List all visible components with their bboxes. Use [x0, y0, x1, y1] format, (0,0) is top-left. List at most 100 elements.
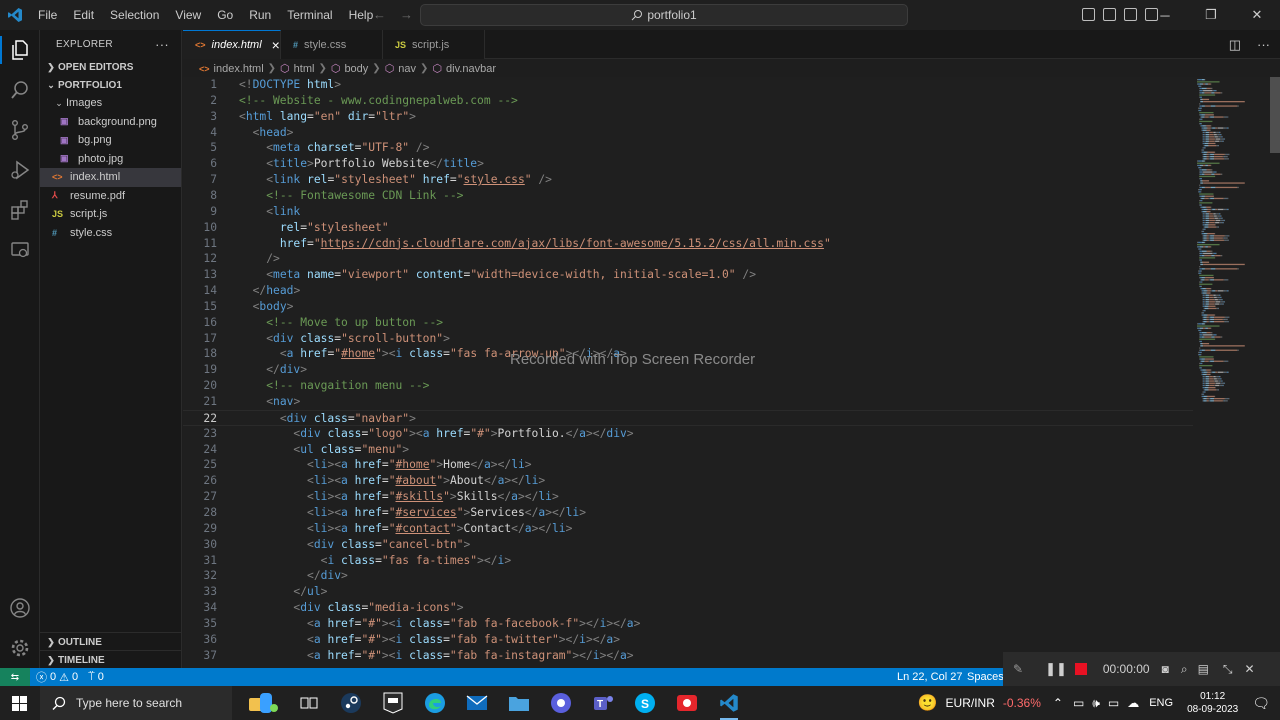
menu-go[interactable]: Go [209, 8, 241, 22]
tab-script-js[interactable]: JS script.js [383, 30, 485, 59]
tree-file-index[interactable]: <> index.html [40, 168, 181, 187]
tree-folder-images[interactable]: ⌄ Images [40, 94, 181, 113]
code-line[interactable]: 11 href="https://cdnjs.cloudflare.com/aj… [183, 236, 1193, 252]
breadcrumb-item[interactable]: index.html [214, 63, 264, 75]
tab-style-css[interactable]: # style.css [281, 30, 383, 59]
ticker-name[interactable]: EUR/INR [946, 696, 995, 710]
code-line[interactable]: 23 <div class="logo"><a href="#">Portfol… [183, 426, 1193, 442]
explorer-icon[interactable] [0, 30, 40, 70]
code-line[interactable]: 29 <li><a href="#contact">Contact</a></l… [183, 521, 1193, 537]
code-line[interactable]: 12 /> [183, 251, 1193, 267]
code-line[interactable]: 7 <link rel="stylesheet" href="style.css… [183, 172, 1193, 188]
run-debug-icon[interactable] [0, 150, 40, 190]
code-line[interactable]: 24 <ul class="menu"> [183, 442, 1193, 458]
maximize-button[interactable]: ❐ [1188, 0, 1234, 30]
code-line[interactable]: 33 </ul> [183, 584, 1193, 600]
source-control-icon[interactable] [0, 110, 40, 150]
code-line[interactable]: 31 <i class="fas fa-times"></i> [183, 553, 1193, 569]
clock[interactable]: 01:12 08-09-2023 [1187, 690, 1238, 716]
stop-icon[interactable] [1074, 663, 1087, 675]
code-line[interactable]: 17 <div class="scroll-button"> [183, 331, 1193, 347]
accounts-icon[interactable] [0, 588, 40, 628]
tree-file-resume[interactable]: ⅄ resume.pdf [40, 187, 181, 206]
command-center[interactable]: portfolio1 [420, 4, 908, 26]
steam-icon[interactable] [330, 686, 372, 720]
outline-section[interactable]: ❯ OUTLINE [40, 633, 182, 651]
ticker-change[interactable]: -0.36% [1003, 696, 1041, 710]
battery-icon[interactable]: ▭ [1108, 696, 1119, 710]
code-line[interactable]: 25 <li><a href="#home">Home</a></li> [183, 457, 1193, 473]
code-line[interactable]: 9 <link [183, 204, 1193, 220]
code-line[interactable]: 26 <li><a href="#about">About</a></li> [183, 473, 1193, 489]
obs-icon[interactable] [540, 686, 582, 720]
file-explorer-icon[interactable] [498, 686, 540, 720]
breadcrumb-item[interactable]: div.navbar [446, 63, 496, 75]
pen-icon[interactable]: ✎ [1013, 662, 1023, 676]
toggle-primary-sidebar-icon[interactable] [1082, 8, 1095, 21]
pause-icon[interactable]: ❚❚ [1045, 661, 1067, 677]
code-line[interactable]: 21 <nav> [183, 394, 1193, 410]
close-tab-icon[interactable]: × [272, 37, 280, 53]
tab-index-html[interactable]: <> index.html × [183, 30, 281, 59]
code-line[interactable]: 15 <body> [183, 299, 1193, 315]
code-line[interactable]: 5 <meta charset="UTF-8" /> [183, 140, 1193, 156]
code-editor[interactable]: 1 <!DOCTYPE html> 2 <!-- Website - www.codi… [183, 77, 1193, 668]
tree-file-bg[interactable]: ▣ bg.png [40, 131, 181, 150]
timeline-section[interactable]: ❯ TIMELINE [40, 651, 182, 669]
remote-explorer-icon[interactable] [0, 230, 40, 270]
code-line[interactable]: 8 <!-- Fontawesome CDN Link --> [183, 188, 1193, 204]
language-indicator[interactable]: ENG [1149, 697, 1173, 709]
cloud-icon[interactable]: ☁ [1127, 696, 1139, 710]
manage-gear-icon[interactable] [0, 628, 40, 668]
remote-indicator-icon[interactable]: ⇆ [0, 668, 30, 686]
toggle-secondary-sidebar-icon[interactable] [1124, 8, 1137, 21]
code-line[interactable]: 20 <!-- navgaition menu --> [183, 378, 1193, 394]
extensions-icon[interactable] [0, 190, 40, 230]
task-view-icon[interactable] [288, 686, 330, 720]
code-line[interactable]: 36 <a href="#"><i class="fab fa-twitter"… [183, 632, 1193, 648]
split-editor-icon[interactable]: ◫ [1229, 37, 1241, 53]
breadcrumb-item[interactable]: html [294, 63, 315, 75]
code-line[interactable]: 13 <meta name="viewport" content="width=… [183, 267, 1193, 283]
code-line[interactable]: 16 <!-- Move to up button --> [183, 315, 1193, 331]
camera-icon[interactable]: ◙ [1162, 662, 1169, 676]
code-line[interactable]: 2 <!-- Website - www.codingnepalweb.com -… [183, 93, 1193, 109]
menu-run[interactable]: Run [241, 8, 279, 22]
zoom-icon[interactable]: ⌕ [1181, 662, 1188, 677]
volume-icon[interactable]: 🕪 [1092, 696, 1100, 711]
editor-scrollbar[interactable] [1268, 77, 1280, 668]
tree-file-background[interactable]: ▣ background.png [40, 113, 181, 132]
code-line[interactable]: 28 <li><a href="#services">Services</a><… [183, 505, 1193, 521]
menu-selection[interactable]: Selection [102, 8, 167, 22]
forward-arrow-icon[interactable]: → [400, 7, 413, 22]
breadcrumb-item[interactable]: nav [398, 63, 416, 75]
code-line[interactable]: 34 <div class="media-icons"> [183, 600, 1193, 616]
ports-indicator[interactable]: ⍡ 0 [88, 671, 104, 684]
chevron-up-icon[interactable]: ⌃ [1053, 696, 1063, 710]
code-line[interactable]: 30 <div class="cancel-btn"> [183, 537, 1193, 553]
more-actions-icon[interactable]: ··· [155, 37, 169, 52]
more-actions-icon[interactable]: ··· [1257, 37, 1270, 53]
back-arrow-icon[interactable]: ← [373, 7, 386, 22]
close-window-button[interactable]: ✕ [1234, 0, 1280, 30]
breadcrumb-item[interactable]: body [344, 63, 368, 75]
cursor-position[interactable]: Ln 22, Col 27 [897, 671, 962, 683]
close-recorder-icon[interactable]: ✕ [1245, 662, 1255, 676]
code-line[interactable]: 22 <div class="navbar"> [183, 409, 1193, 426]
minimap[interactable] [1193, 77, 1268, 668]
open-editors-section[interactable]: ❯ OPEN EDITORS [40, 58, 181, 76]
search-icon[interactable] [0, 70, 40, 110]
epic-games-icon[interactable] [372, 686, 414, 720]
toggle-panel-icon[interactable] [1103, 8, 1116, 21]
windows-start-icon[interactable] [12, 696, 27, 714]
indentation-setting[interactable]: Spaces: 2 [967, 671, 1003, 683]
code-line[interactable]: 35 <a href="#"><i class="fab fa-facebook… [183, 616, 1193, 632]
menu-file[interactable]: File [30, 8, 65, 22]
notifications-icon[interactable]: 🗨 [1252, 695, 1270, 712]
code-line[interactable]: 32 </div> [183, 568, 1193, 584]
mail-icon[interactable] [456, 686, 498, 720]
minimize-button[interactable]: ─ [1142, 0, 1188, 30]
minimize-recorder-icon[interactable]: ⤡ [1223, 662, 1233, 677]
skype-icon[interactable]: S [624, 686, 666, 720]
code-line[interactable]: 3 <html lang="en" dir="ltr"> [183, 109, 1193, 125]
